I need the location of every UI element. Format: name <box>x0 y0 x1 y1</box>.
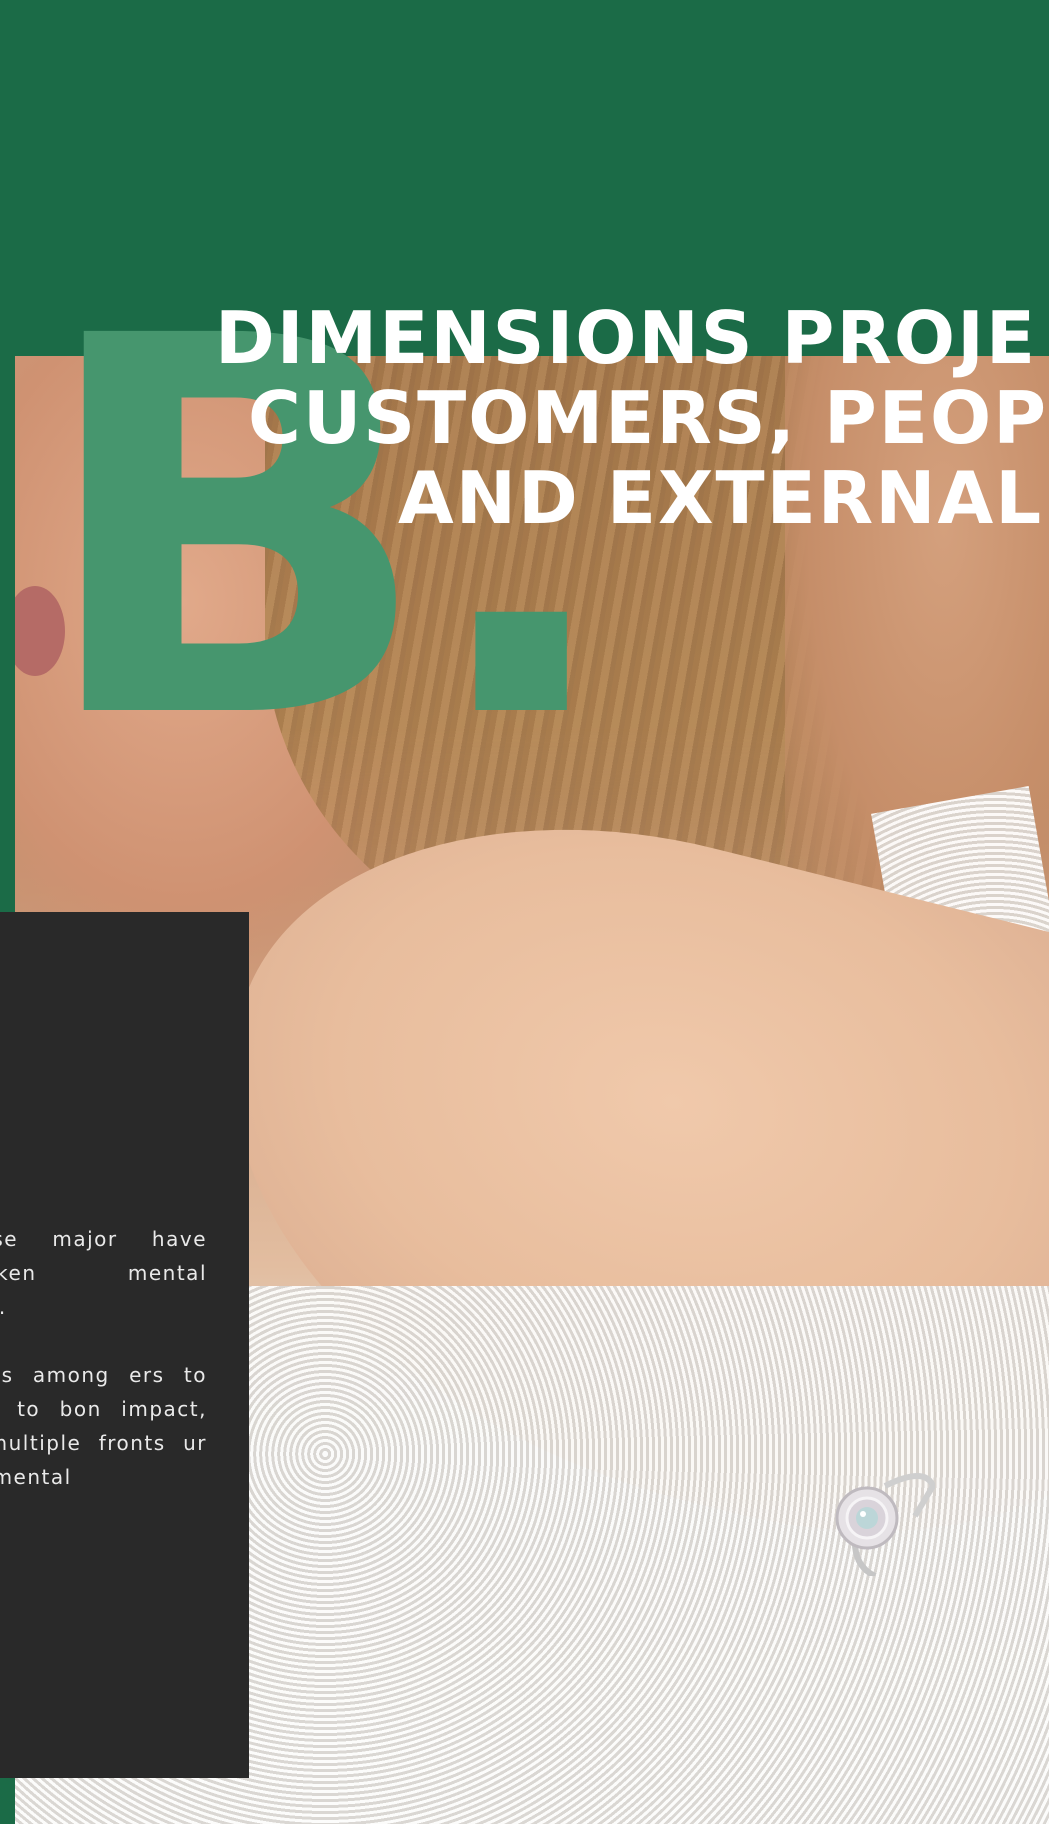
headline-line-2: CUSTOMERS, PEOP <box>248 376 1048 460</box>
headline-line-1: DIMENSIONS PROJE <box>215 298 1038 380</box>
section-headline: DIMENSIONS PROJE CUSTOMERS, PEOP AND EXT… <box>0 298 1049 538</box>
diamond-ring-icon <box>835 1473 935 1576</box>
headline-line-3: AND EXTERNAL <box>398 456 1044 538</box>
panel-paragraph-2: wareness among ers to wanting to bon imp… <box>0 1363 207 1489</box>
text-panel: o these major have undertaken mental pro… <box>0 912 249 1778</box>
panel-paragraph-1: o these major have undertaken mental pro… <box>0 1227 207 1319</box>
